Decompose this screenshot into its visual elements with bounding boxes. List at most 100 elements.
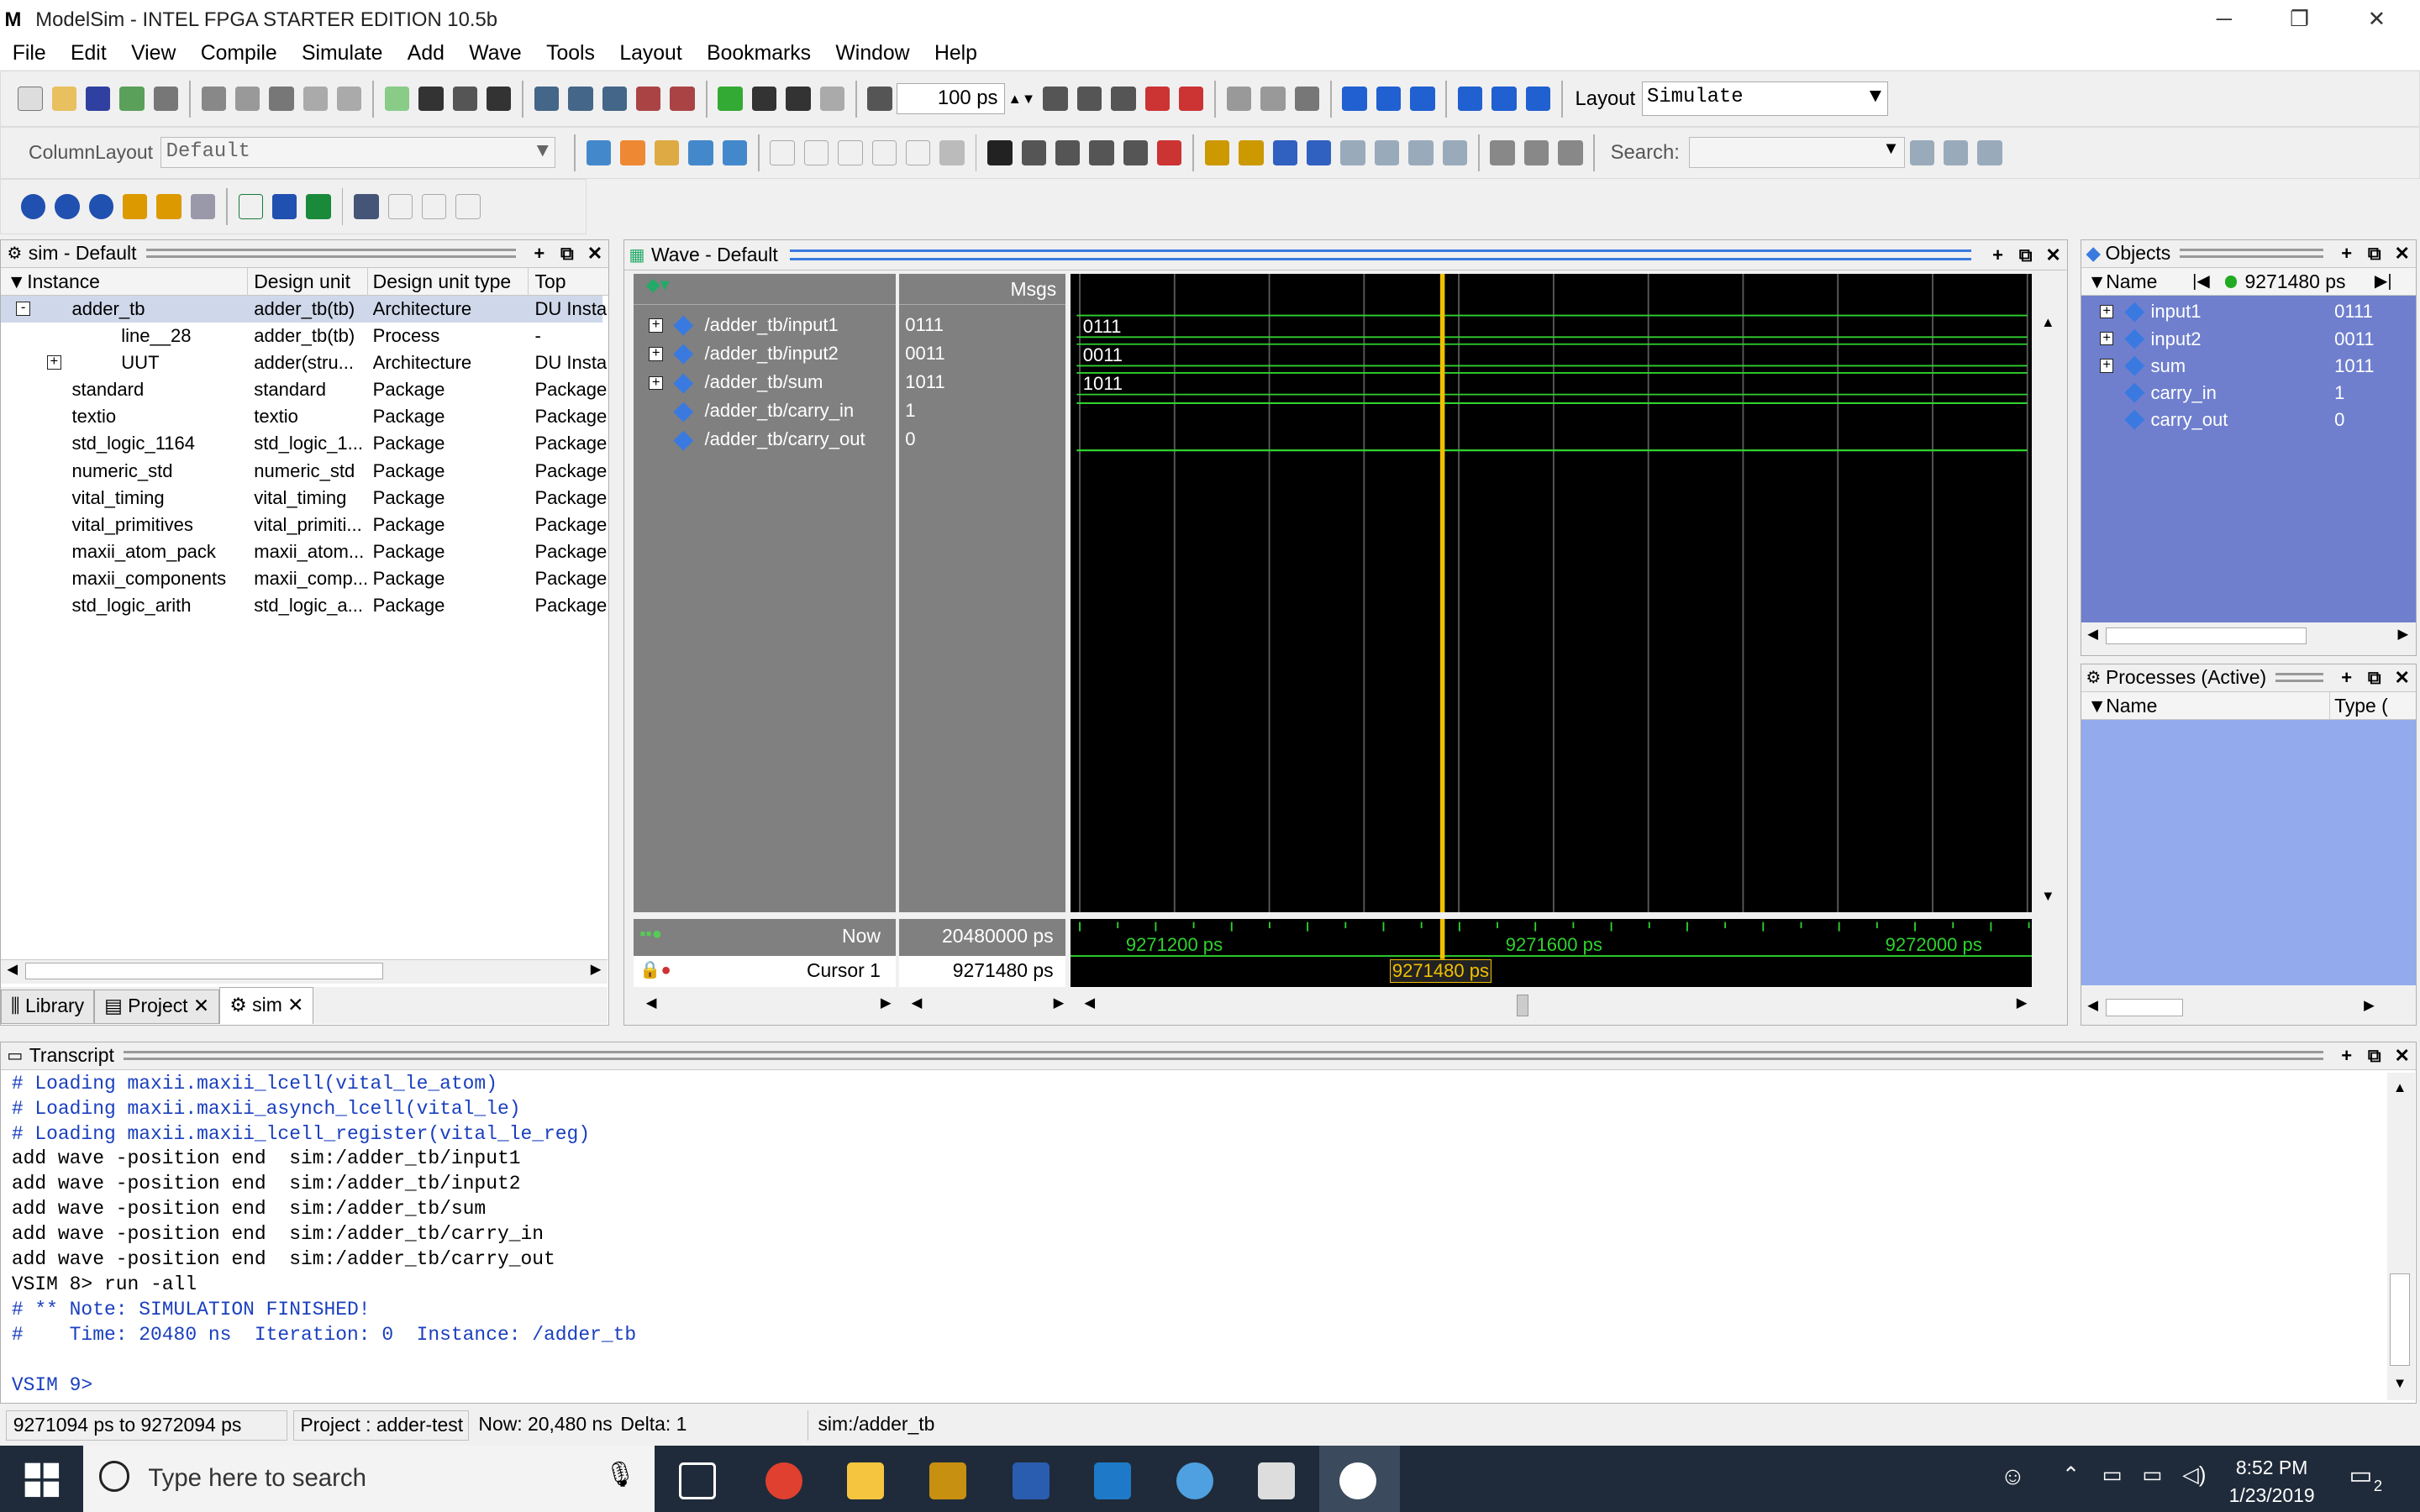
hand-icon[interactable] [1294,86,1319,112]
minimize-button[interactable]: ─ [2188,0,2259,40]
step-out-2-icon[interactable] [1525,86,1551,112]
paste-icon[interactable] [269,86,294,112]
collapse-icon[interactable]: - [16,302,30,316]
col-design-unit[interactable]: Design unit [254,267,369,296]
column-layout-select[interactable]: Default ▼ [160,137,556,169]
pan-mode-icon[interactable] [1055,140,1081,165]
wave-add-icon[interactable] [587,140,612,165]
wave-insert-icon[interactable] [620,140,645,165]
restart-icon[interactable] [718,86,743,112]
processes-col-type[interactable]: Type ( [2334,692,2388,720]
objects-col-name[interactable]: Name [2106,268,2157,296]
spinner-icon[interactable]: ▲▼ [1008,91,1036,108]
header-filter-icon[interactable]: ▼ [2087,692,2107,720]
pane-add-icon[interactable]: + [2336,667,2358,689]
pane-undock-icon[interactable]: ⧉ [2364,1045,2386,1067]
pane-close-icon[interactable]: ✕ [2391,667,2413,689]
schematic-icon[interactable] [1260,86,1286,112]
step-into-icon[interactable] [1342,86,1367,112]
objects-hscrollbar[interactable]: ◀ ▶ [2081,622,2415,651]
edit-mode-icon[interactable] [1089,140,1114,165]
instance-row[interactable]: standard standard Package Package [1,376,607,403]
instance-row[interactable]: numeric_std numeric_std Package Package [1,458,607,485]
cursor-time-marker[interactable]: 9271480 ps [1390,958,1491,983]
menu-file[interactable]: File [0,39,58,70]
compile-icon[interactable] [534,86,560,112]
expand-icon[interactable]: + [47,355,61,370]
col-design-unit-type[interactable]: Design unit type [373,267,529,296]
pane-undock-icon[interactable]: ⧉ [2364,667,2386,689]
cut-icon[interactable] [201,86,226,112]
wave-edit-icon[interactable] [654,140,680,165]
modelsim-task-icon[interactable] [1257,1462,1295,1500]
redo-icon[interactable] [337,86,362,112]
instance-row[interactable]: vital_timing vital_timing Package Package [1,485,607,512]
battery-icon[interactable]: ▭ [2102,1462,2123,1488]
transcript-vscrollbar[interactable]: ▲ ▼ [2386,1073,2415,1400]
run-length-icon[interactable] [867,86,892,112]
break-icon[interactable] [636,86,661,112]
search-options-icon[interactable] [1977,140,2002,165]
zoom-range-icon[interactable] [156,194,182,219]
delete-cursor-icon[interactable] [1239,140,1264,165]
step-over-icon[interactable] [1376,86,1402,112]
tab-project[interactable]: ▤ Project ✕ [94,990,220,1024]
tab-library[interactable]: ⫼ Library [1,990,95,1024]
processes-col-name[interactable]: Name [2106,691,2330,720]
wave-vscrollbar[interactable]: ▲ ▼ [2034,274,2063,913]
menu-simulate[interactable]: Simulate [289,39,395,70]
wave-signal-row[interactable]: + /adder_tb/input2 [634,339,896,367]
traffic-light-icon[interactable] [1157,140,1182,165]
zoom-select-icon[interactable] [190,194,216,219]
pane-close-icon[interactable]: ✕ [2391,1045,2413,1067]
pane-add-icon[interactable]: + [1987,244,2009,266]
nav-forward-icon[interactable]: ▶| [2375,268,2392,296]
wave-green-icon[interactable] [306,194,331,219]
search-input[interactable]: ▼ [1688,137,1905,169]
nav-back-icon[interactable]: |◀ [2192,268,2210,296]
instance-row[interactable]: - adder_tb adder_tb(tb) Architecture DU Inst… [1,295,607,323]
expand-icon[interactable]: + [2099,357,2114,373]
find-icon[interactable] [418,86,444,112]
zoom-out-icon[interactable] [55,194,80,219]
edge-icon[interactable] [770,140,795,165]
transcript-console[interactable]: # Loading maxii.maxii_lcell(vital_le_ato… [12,1072,2373,1399]
zoom-cursor-icon[interactable] [122,194,148,219]
invert-icon[interactable] [803,140,829,165]
time-axis[interactable]: 9271200 ps 9271600 ps 9272000 ps 9271480… [1070,918,2033,987]
object-row[interactable]: + input1 0111 [2081,298,2415,324]
edge-a-icon[interactable] [1340,140,1365,165]
pane-undock-icon[interactable]: ⧉ [556,243,578,265]
file-explorer-icon[interactable] [847,1462,885,1500]
windows-start-icon[interactable] [22,1460,62,1500]
grid-icon[interactable] [354,194,379,219]
pane-add-icon[interactable]: + [2336,1045,2358,1067]
instance-row[interactable]: + UUT adder(stru... Architecture DU Insta [1,349,607,376]
instance-row[interactable]: vital_primitives vital_primiti... Package P… [1,512,607,538]
menu-wave[interactable]: Wave [457,39,534,70]
cursor-label[interactable]: Cursor 1 [807,959,881,982]
pane-undock-icon[interactable]: ⧉ [2364,243,2386,265]
volume-icon[interactable]: ◁) [2182,1462,2206,1488]
notification-icon[interactable]: ▭ [2349,1461,2372,1490]
menu-add[interactable]: Add [395,39,456,70]
prev-edge-icon[interactable] [1272,140,1298,165]
continue-icon[interactable] [1076,86,1102,112]
waveform-area[interactable]: 0111 0011 1011 [1070,274,2033,913]
collapse-icon[interactable] [1523,140,1549,165]
split-icon[interactable] [1123,140,1149,165]
step-icon[interactable] [1458,86,1483,112]
tab-sim[interactable]: ⚙ sim ✕ [219,986,314,1024]
header-filter-icon[interactable]: ▼ [2087,268,2107,296]
select-mode-icon[interactable] [987,140,1013,165]
wave-group-icon[interactable] [688,140,713,165]
run-all-icon[interactable] [1111,86,1136,112]
menu-layout[interactable]: Layout [608,39,695,70]
expand-icon[interactable] [1490,140,1515,165]
menu-edit[interactable]: Edit [58,39,118,70]
up-arrow-icon[interactable] [751,86,777,112]
dataflow-icon[interactable] [1226,86,1252,112]
layout-select[interactable]: Simulate ▼ [1641,81,1889,116]
new-file-icon[interactable] [18,86,43,112]
modelsim-icon[interactable] [487,86,512,112]
